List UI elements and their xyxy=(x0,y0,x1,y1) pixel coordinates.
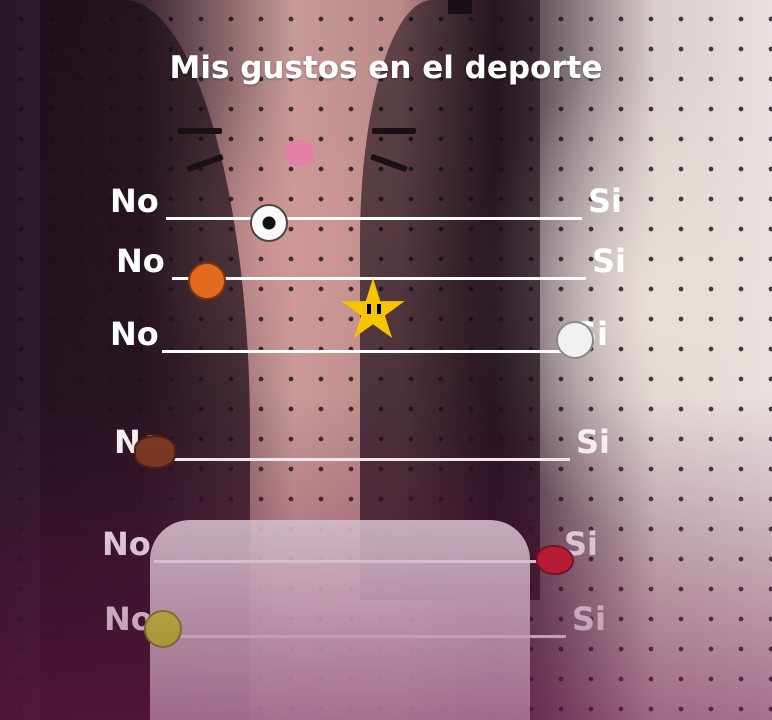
scale-row-american-football: No Si xyxy=(114,423,610,469)
scale-row-soccer: No Si xyxy=(110,182,622,242)
boxing-glove-icon[interactable] xyxy=(536,545,574,575)
volleyball-icon[interactable] xyxy=(556,321,594,359)
scale-row-softball: No Si xyxy=(104,600,606,648)
scale-row-volleyball: No Si xyxy=(110,315,608,359)
no-label: No xyxy=(110,315,159,353)
scale-line xyxy=(166,458,570,461)
nose-filter-dot xyxy=(284,140,314,166)
whisker-right-top xyxy=(372,128,416,134)
whisker-left-top xyxy=(178,128,222,134)
scale-line xyxy=(156,635,566,638)
american-football-icon[interactable] xyxy=(134,435,176,469)
si-label: Si xyxy=(587,182,622,220)
scale-line xyxy=(166,217,582,220)
si-label: Si xyxy=(571,600,606,638)
photo-background-hair-right xyxy=(360,0,540,600)
si-label: Si xyxy=(575,423,610,461)
si-label: Si xyxy=(591,242,626,280)
story-title[interactable]: Mis gustos en el deporte xyxy=(0,50,772,86)
no-label: No xyxy=(116,242,165,280)
scale-row-basketball: No Si xyxy=(116,242,626,300)
scale-line xyxy=(172,277,586,280)
basketball-icon[interactable] xyxy=(188,262,226,300)
scale-row-boxing: No Si xyxy=(102,525,598,575)
softball-icon[interactable] xyxy=(144,610,182,648)
scale-line xyxy=(154,560,558,563)
no-label: No xyxy=(110,182,159,220)
story-canvas: Mis gustos en el deporte No Si No Si No … xyxy=(0,0,772,720)
scale-line xyxy=(162,350,568,353)
soccer-ball-icon[interactable] xyxy=(250,204,288,242)
pixel-filter-fragment xyxy=(448,0,472,14)
no-label: No xyxy=(102,525,151,563)
